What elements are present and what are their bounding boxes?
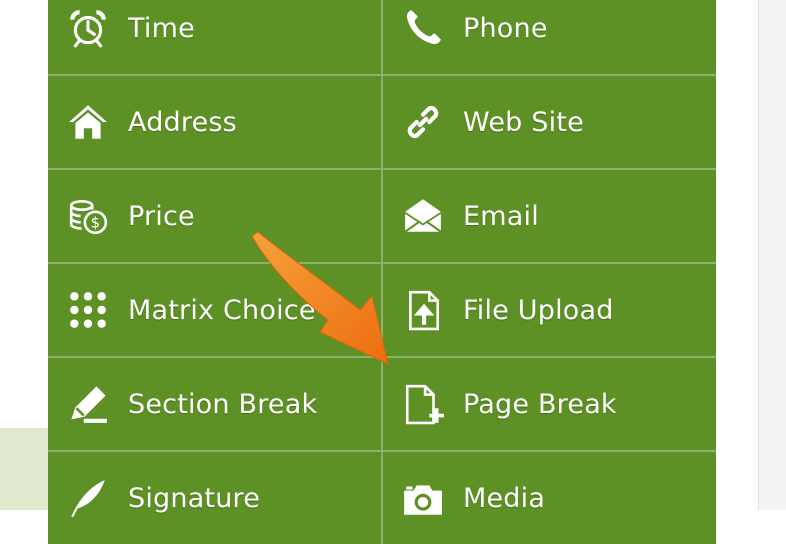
file-upload-icon (401, 288, 445, 332)
field-label: Section Break (128, 388, 318, 420)
field-label: Web Site (463, 106, 584, 138)
field-label: Address (128, 106, 237, 138)
svg-text:$: $ (91, 215, 100, 232)
field-button-web-site[interactable]: Web Site (383, 76, 716, 168)
pencil-icon (66, 382, 110, 426)
right-scroll-panel (758, 0, 786, 510)
new-page-icon (401, 382, 445, 426)
left-panel-tint (0, 428, 48, 510)
field-button-email[interactable]: Email (383, 170, 716, 262)
field-label: Phone (463, 12, 548, 44)
field-label: Time (128, 12, 195, 44)
field-label: Matrix Choice (128, 294, 316, 326)
field-button-matrix-choice[interactable]: Matrix Choice (48, 264, 381, 356)
camera-icon (401, 476, 445, 520)
field-button-media[interactable]: Media (383, 452, 716, 544)
field-label: Page Break (463, 388, 617, 420)
field-label: Price (128, 200, 195, 232)
feather-icon (66, 476, 110, 520)
field-button-page-break[interactable]: Page Break (383, 358, 716, 450)
field-label: Signature (128, 482, 261, 514)
alarm-clock-icon (66, 6, 110, 50)
field-button-file-upload[interactable]: File Upload (383, 264, 716, 356)
envelope-icon (401, 194, 445, 238)
field-button-price[interactable]: $ Price (48, 170, 381, 262)
link-icon (401, 100, 445, 144)
field-label: File Upload (463, 294, 614, 326)
field-button-signature[interactable]: Signature (48, 452, 381, 544)
field-button-time[interactable]: Time (48, 0, 381, 74)
field-type-grid: Time Phone Address Web Site $ Price Emai… (48, 0, 716, 544)
field-button-phone[interactable]: Phone (383, 0, 716, 74)
field-button-section-break[interactable]: Section Break (48, 358, 381, 450)
dot-grid-icon (66, 288, 110, 332)
field-label: Media (463, 482, 546, 514)
home-icon (66, 100, 110, 144)
phone-icon (401, 6, 445, 50)
field-button-address[interactable]: Address (48, 76, 381, 168)
field-label: Email (463, 200, 539, 232)
coins-icon: $ (66, 194, 110, 238)
